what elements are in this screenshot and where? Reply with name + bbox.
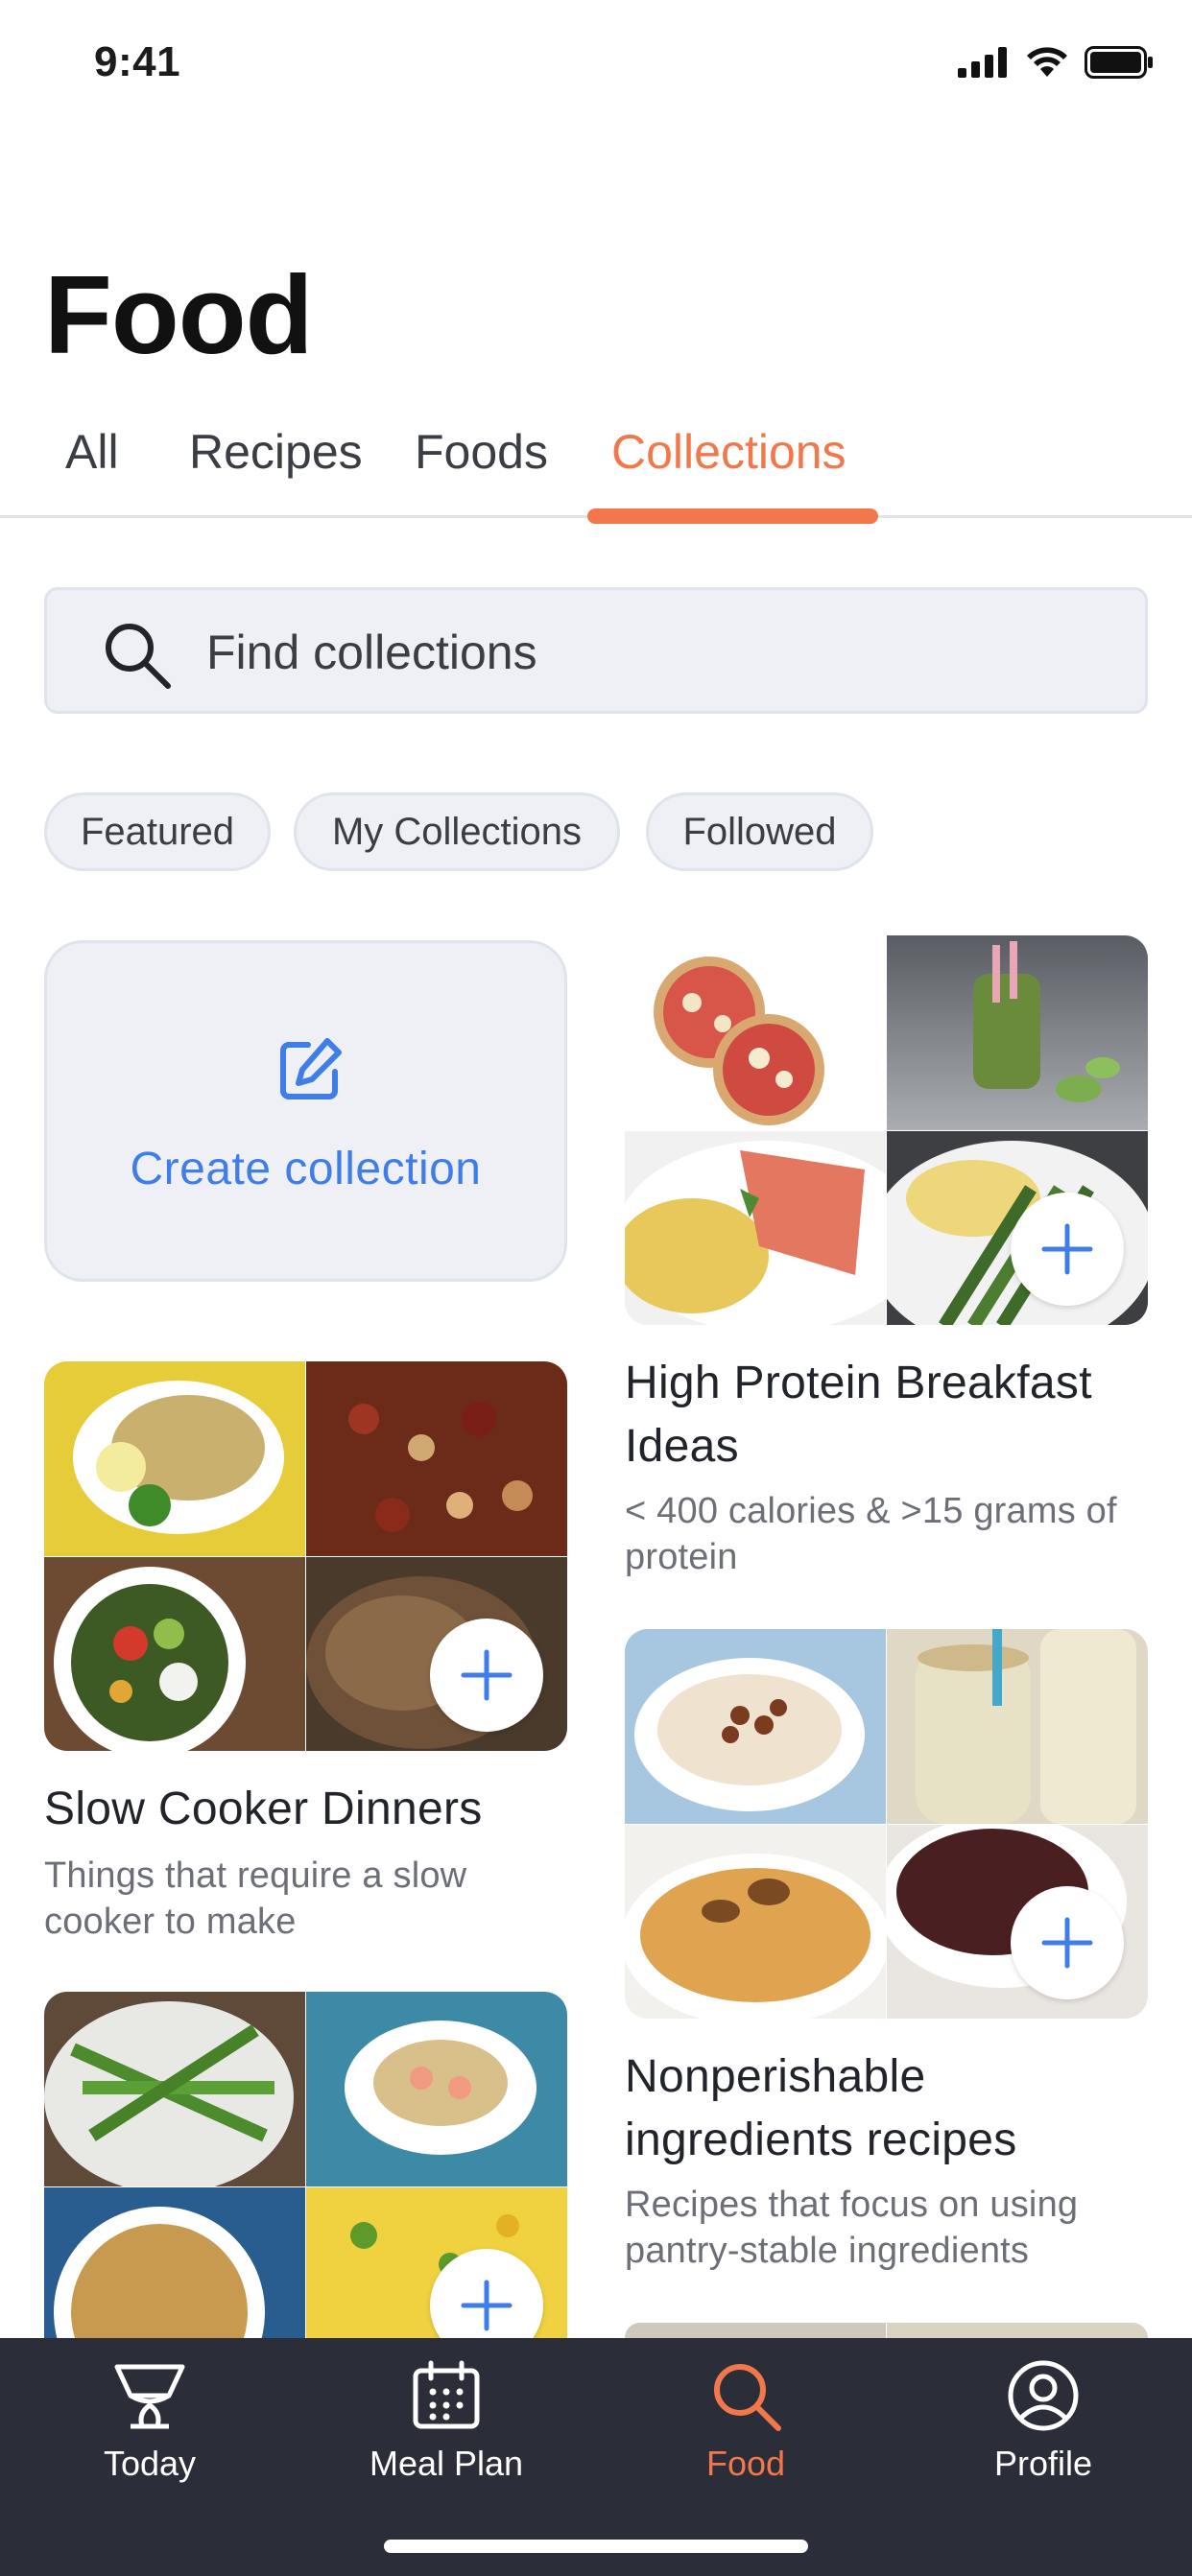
- search-input[interactable]: [206, 619, 1109, 686]
- collection-card-partial[interactable]: [625, 2323, 1148, 2338]
- edit-icon: [280, 1038, 342, 1099]
- nav-label-profile: Profile: [993, 2444, 1093, 2483]
- active-tab-indicator: [587, 508, 878, 524]
- add-collection-button[interactable]: [1011, 1193, 1124, 1306]
- nav-label-food: Food: [705, 2444, 786, 2483]
- collection-description: Things that require a slow cooker to mak…: [44, 1855, 467, 1942]
- nav-label-meal-plan: Meal Plan: [369, 2444, 524, 2483]
- tab-all[interactable]: All: [65, 424, 119, 480]
- food-image: [44, 1992, 305, 2193]
- food-image: [625, 1131, 922, 1325]
- plus-icon: [1041, 1917, 1093, 1969]
- today-icon: [114, 2364, 185, 2429]
- food-image: [625, 2323, 886, 2338]
- collection-card-nonperishable[interactable]: Nonperishable ingredients recipes Recipe…: [625, 1629, 1162, 2281]
- food-image: [887, 935, 1148, 1130]
- tab-collections[interactable]: Collections: [611, 424, 846, 480]
- add-collection-button[interactable]: [1011, 1886, 1124, 1999]
- signal-icon: [958, 47, 1007, 78]
- status-bar: 9:41: [0, 0, 1192, 134]
- collection-card-slow-cooker[interactable]: Slow Cooker Dinners Things that require …: [44, 1361, 582, 1956]
- search-icon: [106, 624, 171, 689]
- search-icon: [714, 2364, 781, 2431]
- food-image: [625, 1629, 886, 1824]
- collection-description: < 400 calories & >15 grams of protein: [625, 1491, 1117, 1577]
- page-title: Food: [44, 252, 313, 377]
- food-image: [887, 2323, 1148, 2338]
- collection-title: High Protein Breakfast Ideas: [625, 1358, 1092, 1472]
- home-indicator: [384, 2540, 808, 2553]
- create-collection-card[interactable]: Create collection: [44, 940, 567, 1282]
- food-image: [44, 1361, 305, 1556]
- collection-title: Nonperishable ingredients recipes: [625, 2051, 1017, 2165]
- nav-profile[interactable]: Profile: [918, 2357, 1168, 2501]
- status-time: 9:41: [94, 38, 181, 85]
- collection-card-high-protein[interactable]: High Protein Breakfast Ideas < 400 calor…: [625, 935, 1162, 1588]
- food-image: [625, 935, 886, 1130]
- create-collection-label: Create collection: [130, 1144, 482, 1194]
- wifi-icon: [1027, 47, 1067, 77]
- chip-followed[interactable]: Followed: [646, 792, 873, 871]
- tab-bar: All Recipes Foods Collections: [0, 413, 1192, 524]
- nav-meal-plan[interactable]: Meal Plan: [322, 2357, 571, 2501]
- chip-featured[interactable]: Featured: [44, 792, 271, 871]
- tab-recipes[interactable]: Recipes: [189, 424, 363, 480]
- food-image: [306, 1992, 567, 2186]
- food-image: [887, 1629, 1148, 1824]
- tab-foods[interactable]: Foods: [415, 424, 548, 480]
- collection-description: Recipes that focus on using pantry-stabl…: [625, 2185, 1079, 2271]
- battery-icon: [1085, 46, 1153, 79]
- status-icons: [958, 46, 1154, 79]
- nav-food[interactable]: Food: [621, 2357, 870, 2501]
- plus-icon: [461, 2280, 513, 2331]
- plus-icon: [1041, 1223, 1093, 1275]
- search-bar[interactable]: [44, 587, 1148, 714]
- profile-icon: [1008, 2360, 1079, 2431]
- nav-label-today: Today: [103, 2444, 197, 2483]
- calendar-icon: [413, 2360, 480, 2429]
- food-image: [625, 1825, 890, 2019]
- plus-icon: [461, 1649, 513, 1701]
- food-image: [44, 1557, 305, 1751]
- collection-card-partial[interactable]: [44, 1992, 582, 2338]
- add-collection-button[interactable]: [430, 1619, 543, 1732]
- nav-today[interactable]: Today: [25, 2357, 274, 2501]
- food-image: [306, 1361, 567, 1556]
- chip-my-collections[interactable]: My Collections: [294, 792, 620, 871]
- collection-title: Slow Cooker Dinners: [44, 1784, 483, 1834]
- food-image: [44, 2187, 305, 2338]
